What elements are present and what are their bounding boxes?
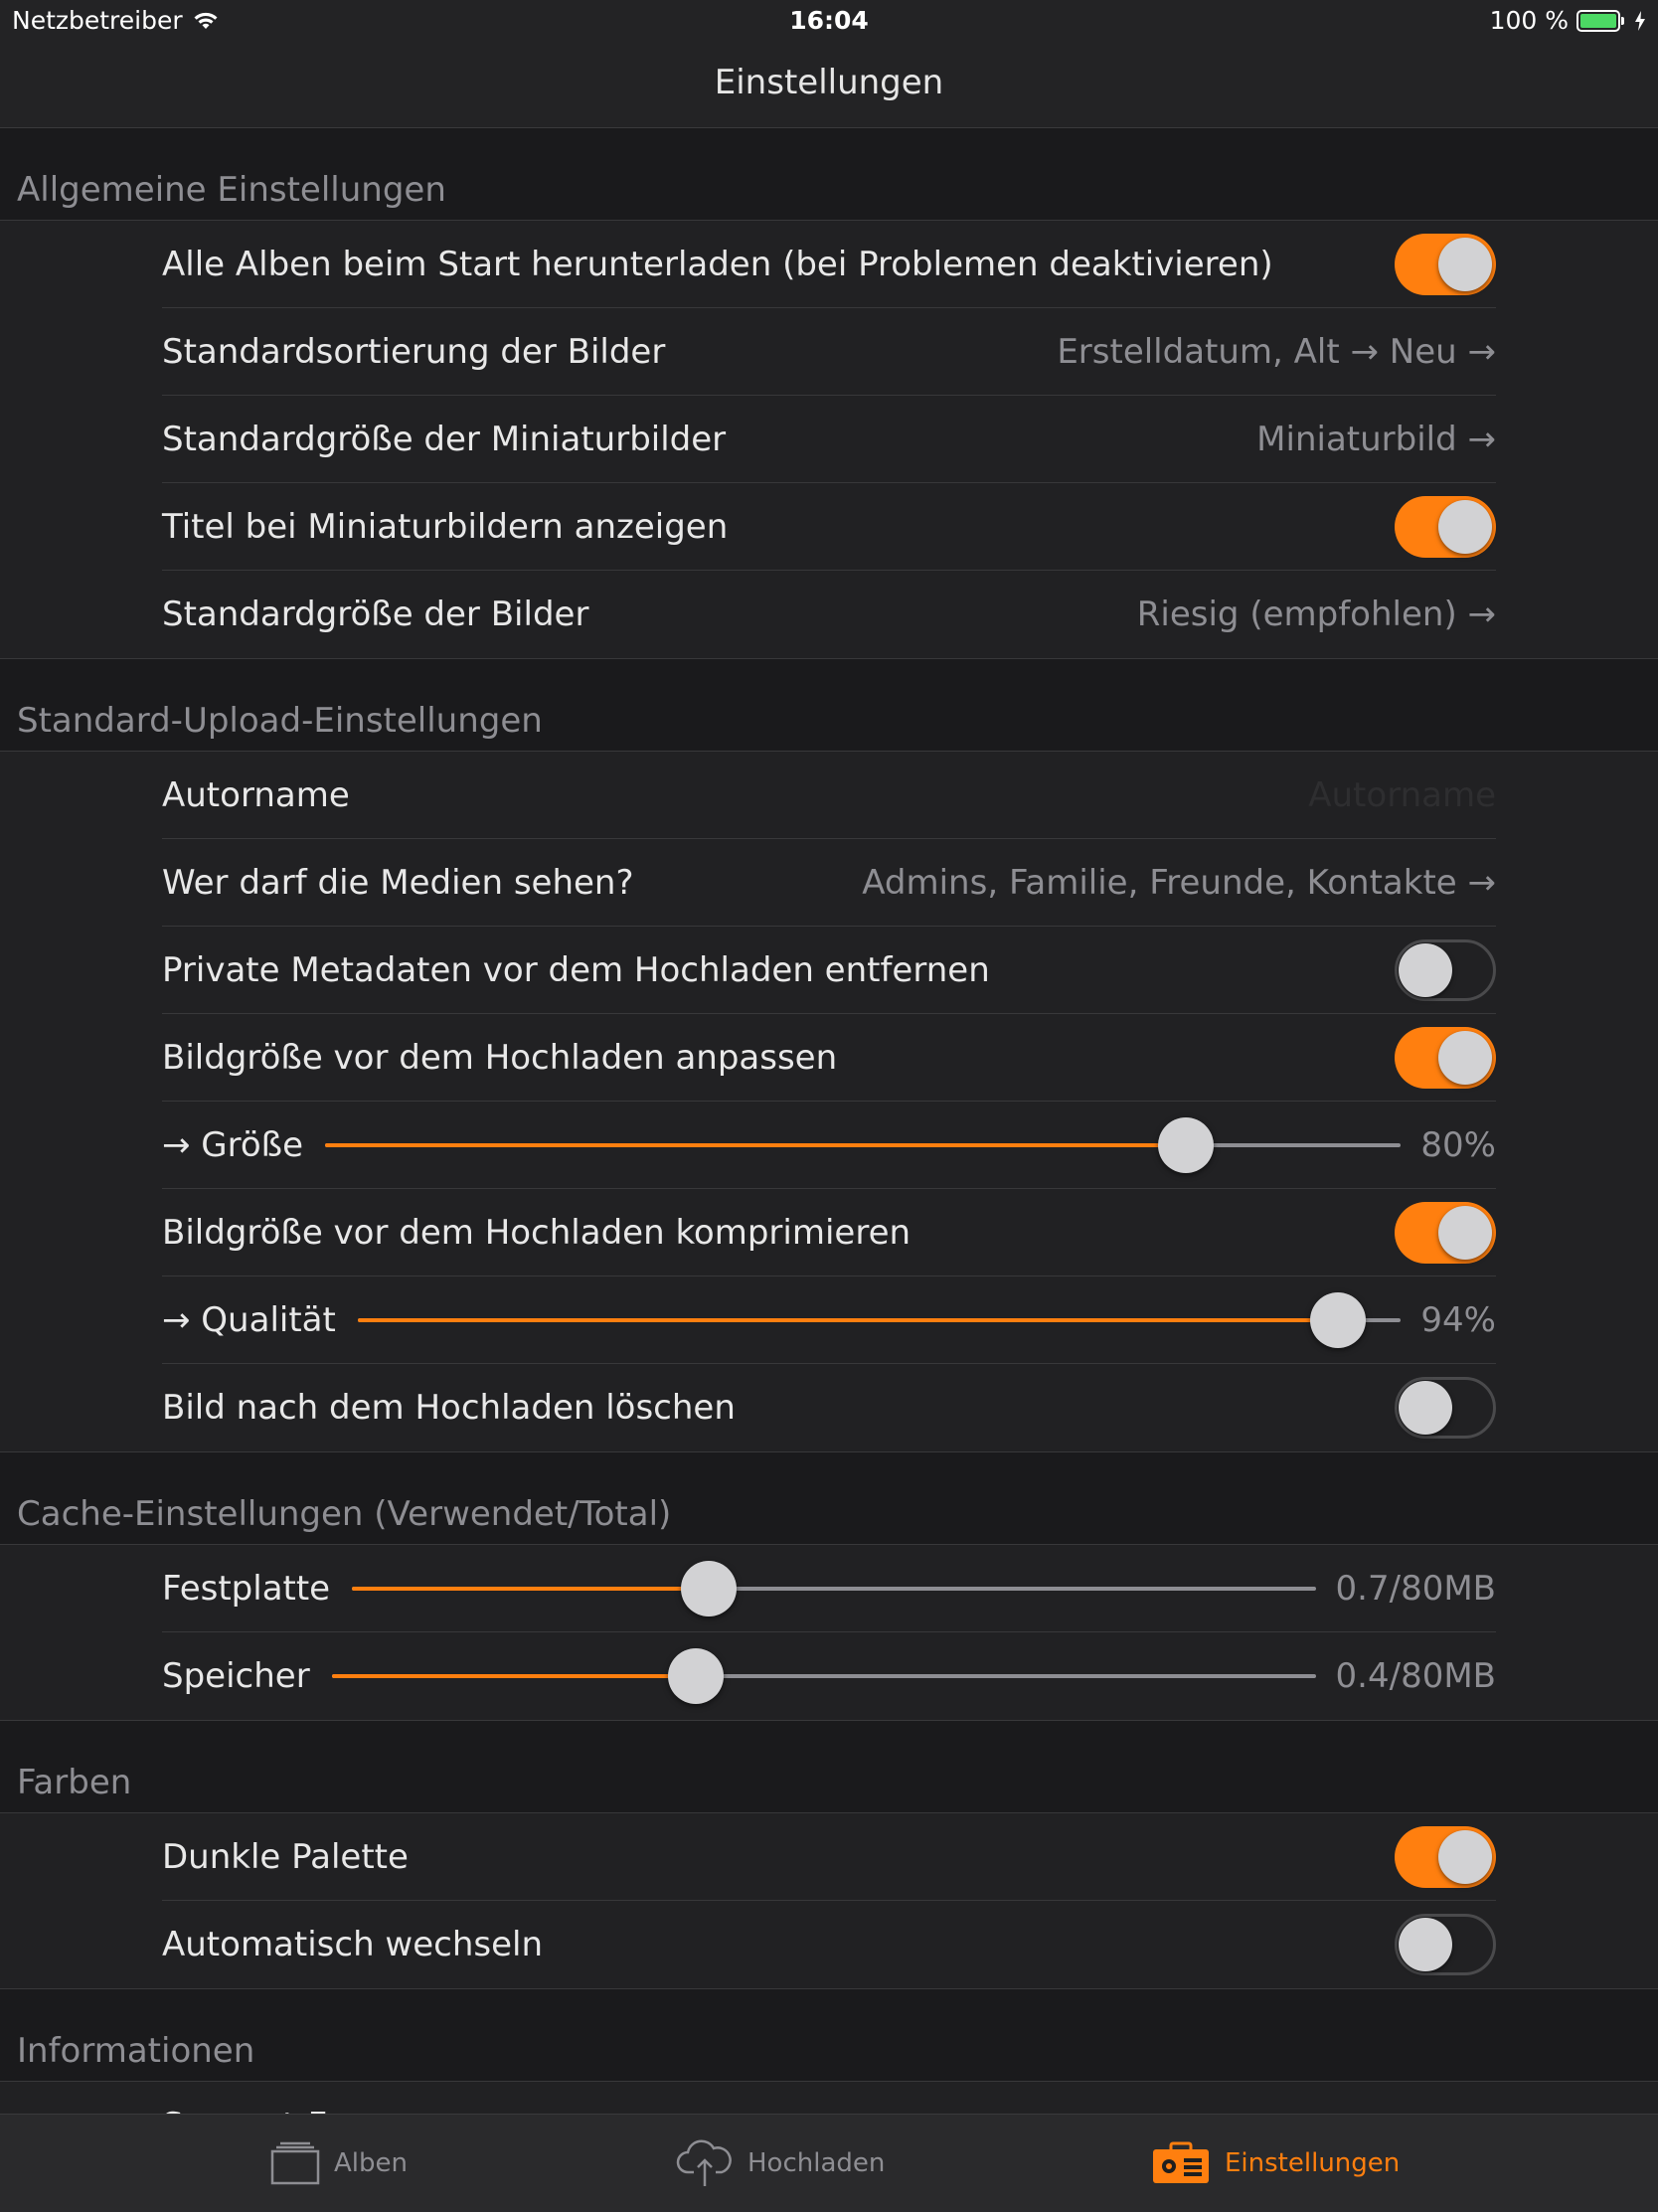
clock: 16:04	[789, 6, 869, 35]
delete-after-upload-toggle[interactable]	[1395, 1377, 1496, 1439]
section-header-general: Allgemeine Einstellungen	[0, 128, 1658, 221]
row-auto-switch: Automatisch wechseln	[162, 1901, 1496, 1988]
settings-toolbox-icon	[1153, 2141, 1209, 2183]
section-header-upload: Standard-Upload-Einstellungen	[0, 659, 1658, 752]
row-label: Speicher	[162, 1656, 310, 1696]
row-disk-cache: Festplatte 0.7/80MB	[162, 1545, 1496, 1632]
row-label: Festplatte	[162, 1568, 331, 1609]
row-label: Alle Alben beim Start herunterladen (bei…	[162, 244, 1273, 284]
row-support-forum[interactable]: Support-Forum →	[162, 2082, 1496, 2117]
section-header-colors: Farben	[0, 1721, 1658, 1813]
row-privacy-level[interactable]: Wer darf die Medien sehen? Admins, Famil…	[162, 839, 1496, 927]
row-label: Autorname	[162, 774, 350, 815]
privacy-level-value: Admins, Familie, Freunde, Kontakte →	[862, 862, 1496, 903]
show-thumbnail-titles-toggle[interactable]	[1395, 495, 1496, 558]
row-thumbnail-size[interactable]: Standardgröße der Miniaturbilder Miniatu…	[162, 396, 1496, 483]
tab-albums-label: Alben	[334, 2148, 408, 2178]
row-size-slider: → Größe 80%	[162, 1102, 1496, 1189]
row-resize-before-upload: Bildgröße vor dem Hochladen anpassen	[162, 1014, 1496, 1102]
row-memory-cache: Speicher 0.4/80MB	[162, 1632, 1496, 1720]
row-label: Standardgröße der Miniaturbilder	[162, 419, 727, 459]
cloud-upload-icon	[676, 2139, 732, 2186]
row-label: Bildgröße vor dem Hochladen anpassen	[162, 1037, 838, 1078]
compress-before-upload-toggle[interactable]	[1395, 1201, 1496, 1264]
section-header-cache: Cache-Einstellungen (Verwendet/Total)	[0, 1452, 1658, 1545]
row-label: Private Metadaten vor dem Hochladen entf…	[162, 949, 990, 990]
albums-icon	[270, 2141, 320, 2185]
resize-before-upload-toggle[interactable]	[1395, 1026, 1496, 1089]
page-title: Einstellungen	[714, 63, 944, 102]
row-label: Titel bei Miniaturbildern anzeigen	[162, 506, 729, 547]
group-upload: Autorname Autorname Wer darf die Medien …	[0, 752, 1658, 1452]
status-bar: Netzbetreiber 16:04 100 %	[0, 0, 1658, 42]
strip-metadata-toggle[interactable]	[1395, 938, 1496, 1001]
group-general: Alle Alben beim Start herunterladen (bei…	[0, 221, 1658, 659]
slider-thumb[interactable]	[680, 1560, 737, 1616]
slider-thumb[interactable]	[1310, 1291, 1367, 1348]
row-label: Dunkle Palette	[162, 1836, 409, 1877]
thumbnail-size-value: Miniaturbild →	[1256, 419, 1496, 459]
settings-list[interactable]: Allgemeine Einstellungen Alle Alben beim…	[0, 128, 1658, 2117]
row-strip-metadata: Private Metadaten vor dem Hochladen entf…	[162, 927, 1496, 1014]
row-label: Standardsortierung der Bilder	[162, 331, 666, 372]
charging-bolt-icon	[1635, 10, 1645, 31]
quality-slider[interactable]	[357, 1290, 1402, 1350]
row-delete-after-upload: Bild nach dem Hochladen löschen	[162, 1364, 1496, 1451]
row-label: Automatisch wechseln	[162, 1925, 544, 1964]
row-label: Bildgröße vor dem Hochladen komprimieren	[162, 1212, 912, 1253]
default-sort-value: Erstelldatum, Alt → Neu →	[1057, 331, 1496, 372]
tab-albums[interactable]: Alben	[270, 2115, 408, 2212]
row-label: Bild nach dem Hochladen löschen	[162, 1388, 736, 1428]
memory-cache-value: 0.4/80MB	[1335, 1656, 1496, 1696]
download-all-albums-toggle[interactable]	[1395, 233, 1496, 295]
disk-cache-slider[interactable]	[352, 1559, 1316, 1618]
row-show-thumbnail-titles: Titel bei Miniaturbildern anzeigen	[162, 483, 1496, 571]
tab-bar: Alben Hochladen Einstellungen	[0, 2114, 1658, 2212]
navigation-bar: Einstellungen	[0, 42, 1658, 128]
disk-cache-value: 0.7/80MB	[1335, 1568, 1496, 1609]
row-download-all-albums: Alle Alben beim Start herunterladen (bei…	[162, 221, 1496, 308]
tab-settings-label: Einstellungen	[1225, 2148, 1401, 2178]
row-label: Standardgröße der Bilder	[162, 595, 589, 634]
tab-settings[interactable]: Einstellungen	[1151, 2115, 1400, 2212]
tab-upload[interactable]: Hochladen	[676, 2115, 885, 2212]
memory-cache-slider[interactable]	[331, 1646, 1316, 1706]
battery-icon	[1576, 9, 1624, 32]
author-name-field[interactable]: Autorname	[1308, 775, 1496, 815]
row-label: Wer darf die Medien sehen?	[162, 862, 634, 903]
row-label: → Qualität	[162, 1299, 336, 1340]
size-slider[interactable]	[325, 1115, 1402, 1175]
slider-thumb[interactable]	[667, 1648, 724, 1704]
section-header-info: Informationen	[0, 1989, 1658, 2082]
row-label: → Größe	[162, 1124, 304, 1165]
row-default-sort[interactable]: Standardsortierung der Bilder Erstelldat…	[162, 308, 1496, 396]
battery-percent: 100 %	[1489, 6, 1569, 35]
tab-upload-label: Hochladen	[747, 2148, 886, 2178]
quality-value: 94%	[1420, 1299, 1496, 1340]
row-image-size[interactable]: Standardgröße der Bilder Riesig (empfohl…	[162, 571, 1496, 658]
size-value: 80%	[1420, 1124, 1496, 1165]
dark-palette-toggle[interactable]	[1395, 1825, 1496, 1888]
row-author-name[interactable]: Autorname Autorname	[162, 752, 1496, 839]
image-size-value: Riesig (empfohlen) →	[1136, 595, 1496, 634]
slider-thumb[interactable]	[1157, 1116, 1214, 1173]
auto-switch-toggle[interactable]	[1395, 1914, 1496, 1975]
group-colors: Dunkle Palette Automatisch wechseln	[0, 1813, 1658, 1989]
group-cache: Festplatte 0.7/80MB Speicher 0.4/80MB	[0, 1545, 1658, 1721]
row-quality-slider: → Qualität 94%	[162, 1276, 1496, 1364]
row-compress-before-upload: Bildgröße vor dem Hochladen komprimieren	[162, 1189, 1496, 1276]
group-info: Support-Forum →	[0, 2082, 1658, 2117]
row-dark-palette: Dunkle Palette	[162, 1813, 1496, 1901]
